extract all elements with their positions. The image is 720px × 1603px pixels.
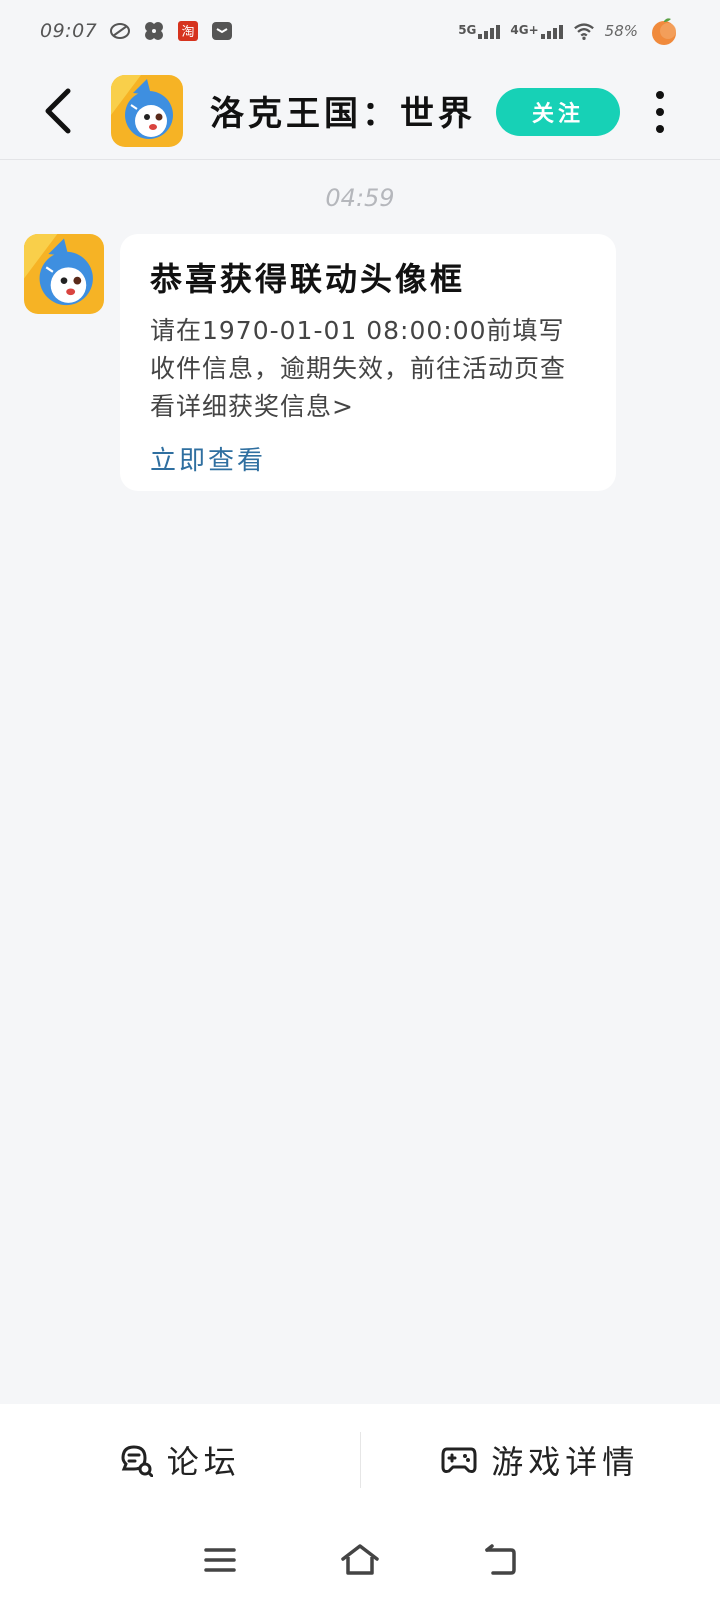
leaf-app-icon xyxy=(109,20,131,42)
tab-forum-label: 论坛 xyxy=(166,1443,241,1481)
tab-game-details-label: 游戏详情 xyxy=(491,1443,640,1481)
system-navigation-bar xyxy=(0,1516,720,1603)
message-card[interactable]: 恭喜获得联动头像框 请在1970-01-01 08:00:00前填写收件信息，逾… xyxy=(120,234,616,491)
svg-text:淘: 淘 xyxy=(182,25,195,40)
chat-header: 洛克王国：世界 关注 xyxy=(0,62,720,160)
mail-app-icon xyxy=(211,20,233,42)
follow-button[interactable]: 关注 xyxy=(496,88,620,136)
tab-game-details[interactable]: 游戏详情 xyxy=(361,1404,720,1516)
status-bar: 09:07 淘 5G 4G+ 58% xyxy=(0,0,720,62)
back-arrow-icon xyxy=(45,88,71,134)
message-title: 恭喜获得联动头像框 xyxy=(150,260,466,298)
return-icon xyxy=(485,1543,516,1575)
more-dot-icon xyxy=(656,125,664,133)
signal-5g-icon: 5G xyxy=(458,23,501,39)
forum-icon xyxy=(121,1445,153,1477)
message-timestamp: 04:59 xyxy=(325,184,395,212)
sender-avatar[interactable] xyxy=(24,234,104,314)
more-options-button[interactable] xyxy=(648,90,672,134)
page-title: 洛克王国：世界 xyxy=(210,94,476,134)
recent-apps-button[interactable] xyxy=(196,1536,244,1584)
gamepad-icon xyxy=(441,1447,477,1473)
menu-icon xyxy=(204,1547,236,1572)
fan-app-icon xyxy=(143,20,165,42)
system-back-button[interactable] xyxy=(476,1536,524,1584)
tab-forum[interactable]: 论坛 xyxy=(0,1404,360,1516)
taobao-app-icon: 淘 xyxy=(177,20,199,42)
view-now-link[interactable]: 立即查看 xyxy=(150,440,266,477)
status-time: 09:07 xyxy=(40,20,98,42)
peach-battery-icon xyxy=(648,15,680,47)
more-dot-icon xyxy=(656,108,664,116)
message-body[interactable]: 请在1970-01-01 08:00:00前填写收件信息，逾期失效，前往活动页查… xyxy=(150,312,586,426)
game-avatar[interactable] xyxy=(111,75,183,147)
home-button[interactable] xyxy=(336,1536,384,1584)
more-dot-icon xyxy=(656,91,664,99)
home-icon xyxy=(341,1543,379,1575)
signal-4g-icon: 4G+ xyxy=(510,23,563,39)
wifi-icon xyxy=(573,20,595,42)
battery-percent: 58% xyxy=(604,22,638,40)
back-button[interactable] xyxy=(36,84,80,138)
bottom-tab-bar: 论坛 游戏详情 xyxy=(0,1404,720,1516)
